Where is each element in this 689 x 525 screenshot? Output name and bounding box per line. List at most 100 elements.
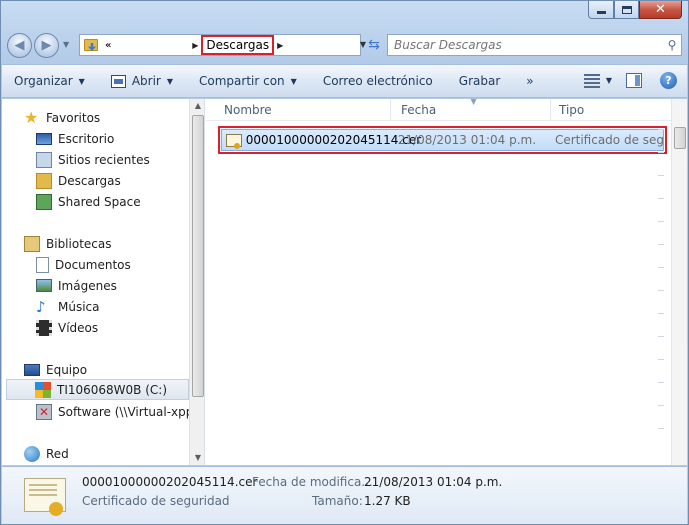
refresh-icon: ⇆	[368, 37, 380, 53]
details-pane: 00001000000202045114.cer Certificado de …	[2, 466, 687, 524]
navigation-pane-scrollbar[interactable]: ▲ ▼	[189, 99, 204, 465]
preview-pane-icon[interactable]	[626, 73, 642, 88]
windows-drive-icon	[35, 381, 51, 398]
breadcrumb-separator-icon[interactable]: ▶	[277, 41, 283, 50]
nav-network-drive[interactable]: ✕ Software (\\Virtual-xpp) (	[36, 401, 205, 422]
minimize-button[interactable]	[588, 1, 614, 19]
list-item[interactable]: 00001000000202045114.cer 21/08/2013 01:0…	[221, 129, 664, 151]
recent-places-icon	[36, 151, 52, 168]
libraries-icon	[24, 235, 40, 252]
nav-favorites-label: Favoritos	[46, 110, 101, 125]
more-commands-button[interactable]: »	[526, 74, 533, 88]
nav-drive-c[interactable]: TI106068W0B (C:)	[6, 379, 189, 400]
close-button[interactable]: ✕	[639, 1, 682, 19]
search-input[interactable]	[394, 38, 663, 52]
nav-libraries[interactable]: Bibliotecas	[24, 233, 204, 254]
view-dropdown-icon[interactable]: ▼	[606, 76, 612, 85]
nav-network-drive-label: Software (\\Virtual-xpp) (	[58, 404, 205, 419]
images-icon	[36, 279, 52, 292]
column-header-name[interactable]: Nombre	[206, 98, 391, 121]
burn-button[interactable]: Grabar	[459, 74, 501, 88]
main-content: ★ Favoritos Escritorio Sitios recientes …	[2, 96, 687, 465]
change-view-icon[interactable]	[583, 73, 600, 88]
file-list: Nombre Fecha ▼ Tipo 00001000000202045114.…	[206, 96, 687, 465]
file-row-highlight[interactable]: 00001000000202045114.cer 21/08/2013 01:0…	[218, 126, 667, 154]
breadcrumb-overflow[interactable]: «	[105, 40, 111, 51]
open-icon	[110, 74, 126, 88]
nav-documents[interactable]: Documentos	[36, 254, 204, 275]
column-headers: Nombre Fecha ▼ Tipo	[206, 96, 671, 121]
nav-computer-label: Equipo	[46, 362, 88, 377]
arrow-right-icon: ▶	[41, 38, 52, 53]
nav-recent-places[interactable]: Sitios recientes	[36, 149, 204, 170]
column-header-type[interactable]: Tipo	[551, 99, 671, 121]
back-button[interactable]: ◀	[7, 33, 32, 58]
more-commands-label: »	[526, 74, 534, 88]
sort-caret-icon: ▼	[470, 96, 477, 106]
column-header-date[interactable]: Fecha ▼	[391, 96, 551, 121]
nav-videos[interactable]: Vídeos	[36, 317, 204, 338]
nav-network[interactable]: Red	[24, 443, 204, 464]
explorer-window: ✕ ◀ ▶ ▼ « ▶ Descargas ▶ ▼ ⇆ ⚲ Organizar ▼…	[0, 0, 689, 525]
nav-network-label: Red	[46, 446, 69, 461]
organize-button[interactable]: Organizar ▼	[14, 74, 85, 88]
downloads-folder-icon	[83, 38, 101, 52]
disconnected-network-drive-icon: ✕	[36, 403, 52, 420]
refresh-button[interactable]: ⇆	[363, 34, 385, 56]
nav-music[interactable]: ♪ Música	[36, 296, 204, 317]
details-modified-label: Fecha de modifica...	[252, 475, 373, 489]
column-header-date-label: Fecha	[401, 102, 437, 117]
nav-desktop[interactable]: Escritorio	[36, 128, 204, 149]
column-header-type-label: Tipo	[559, 102, 585, 117]
nav-drive-c-label: TI106068W0B (C:)	[57, 382, 168, 397]
nav-libraries-label: Bibliotecas	[46, 236, 112, 251]
share-label: Compartir con	[199, 74, 285, 88]
details-file-type: Certificado de seguridad	[82, 494, 230, 508]
open-button[interactable]: Abrir ▼	[110, 74, 173, 88]
recent-pages-dropdown[interactable]: ▼	[63, 40, 69, 49]
nav-computer[interactable]: Equipo	[24, 359, 204, 380]
help-icon[interactable]: ?	[660, 72, 677, 89]
details-size-value: 1.27 KB	[364, 494, 411, 508]
nav-music-label: Música	[58, 299, 100, 314]
nav-favorites[interactable]: ★ Favoritos	[24, 107, 204, 128]
breadcrumb-separator-icon[interactable]: ▶	[192, 41, 198, 50]
nav-shared-space-label: Shared Space	[58, 194, 141, 209]
search-icon[interactable]: ⚲	[663, 38, 681, 52]
minimize-icon	[596, 11, 606, 14]
column-header-name-label: Nombre	[224, 102, 272, 117]
nav-documents-label: Documentos	[55, 257, 131, 272]
organize-label: Organizar	[14, 74, 73, 88]
scroll-down-icon[interactable]: ▼	[190, 451, 204, 465]
forward-button[interactable]: ▶	[34, 33, 59, 58]
maximize-button[interactable]	[614, 1, 639, 19]
details-file-name: 00001000000202045114.cer	[82, 475, 258, 489]
navigation-pane-scroll-thumb[interactable]	[192, 115, 204, 397]
close-icon: ✕	[655, 2, 666, 17]
caption-buttons: ✕	[588, 1, 682, 19]
nav-desktop-label: Escritorio	[58, 131, 115, 146]
address-bar[interactable]: « ▶ Descargas ▶ ▼	[79, 34, 366, 56]
file-list-scrollbar[interactable]	[671, 99, 687, 465]
dropdown-arrow-icon: ▼	[78, 76, 85, 86]
file-list-scroll-thumb[interactable]	[674, 127, 686, 149]
file-type: Certificado de seg...	[554, 133, 663, 147]
email-button[interactable]: Correo electrónico	[323, 74, 433, 88]
search-box[interactable]: ⚲	[387, 34, 682, 56]
music-note-icon: ♪	[36, 297, 46, 316]
scroll-up-icon[interactable]: ▲	[190, 99, 204, 113]
share-button[interactable]: Compartir con ▼	[199, 74, 297, 88]
nav-shared-space[interactable]: Shared Space	[36, 191, 204, 212]
maximize-icon	[621, 5, 632, 14]
shared-space-icon	[36, 193, 52, 210]
nav-images[interactable]: Imágenes	[36, 275, 204, 296]
nav-downloads[interactable]: Descargas	[36, 170, 204, 191]
nav-images-label: Imágenes	[58, 278, 117, 293]
file-date: 21/08/2013 01:04 p.m.	[397, 133, 537, 147]
star-icon: ★	[24, 107, 39, 127]
column-gridlines	[658, 129, 664, 451]
nav-downloads-label: Descargas	[58, 173, 121, 188]
breadcrumb-current-folder[interactable]: Descargas	[201, 35, 275, 55]
navigation-bar: ◀ ▶ ▼ « ▶ Descargas ▶ ▼ ⇆ ⚲	[7, 31, 682, 59]
certificate-icon	[226, 133, 242, 149]
